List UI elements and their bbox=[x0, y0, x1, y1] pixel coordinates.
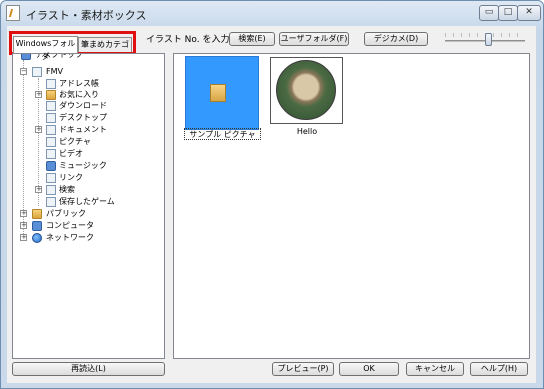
help-button[interactable]: ヘルプ(H) bbox=[470, 362, 528, 376]
expand-icon[interactable]: + bbox=[35, 126, 42, 133]
user-folder-button[interactable]: ユーザフォルダ(F) bbox=[279, 32, 349, 46]
maximize-button[interactable]: □ bbox=[498, 5, 518, 21]
minimize-button[interactable]: ▭ bbox=[479, 5, 499, 21]
preview-button[interactable]: プレビュー(P) bbox=[272, 362, 334, 376]
digicam-button[interactable]: デジカメ(D) bbox=[364, 32, 428, 46]
tab-windows-folder[interactable]: Windowsフォルダ bbox=[13, 36, 78, 61]
expand-icon[interactable]: + bbox=[35, 91, 42, 98]
illustration-number-input[interactable]: イラスト No. を入力 bbox=[146, 32, 229, 45]
slider-thumb[interactable] bbox=[485, 33, 492, 46]
expand-icon[interactable]: + bbox=[20, 210, 27, 217]
search-button[interactable]: 検索(E) bbox=[229, 32, 275, 46]
title-bar[interactable]: イラスト・素材ボックス ▭ □ ✕ bbox=[1, 1, 543, 27]
window-title: イラスト・素材ボックス bbox=[26, 9, 147, 22]
reload-button[interactable]: 再読込(L) bbox=[12, 362, 165, 376]
close-button[interactable]: ✕ bbox=[517, 5, 541, 21]
ok-button[interactable]: OK bbox=[339, 362, 399, 376]
expand-icon[interactable]: + bbox=[20, 234, 27, 241]
sample-pictures-caption[interactable]: サンプル ピクチャ bbox=[184, 128, 261, 140]
collapse-icon[interactable]: − bbox=[20, 68, 27, 75]
app-icon bbox=[6, 5, 20, 21]
folder-tree[interactable]: デスクトップ − FMV アドレス帳 + お気に入り ダウンロード デスクトップ… bbox=[12, 53, 165, 359]
cancel-button[interactable]: キャンセル bbox=[406, 362, 464, 376]
hamster-image bbox=[276, 60, 336, 120]
folder-shortcut-icon bbox=[210, 84, 226, 102]
expand-icon[interactable]: + bbox=[35, 186, 42, 193]
expand-icon[interactable]: + bbox=[20, 222, 27, 229]
hello-caption[interactable]: Hello bbox=[278, 127, 336, 136]
